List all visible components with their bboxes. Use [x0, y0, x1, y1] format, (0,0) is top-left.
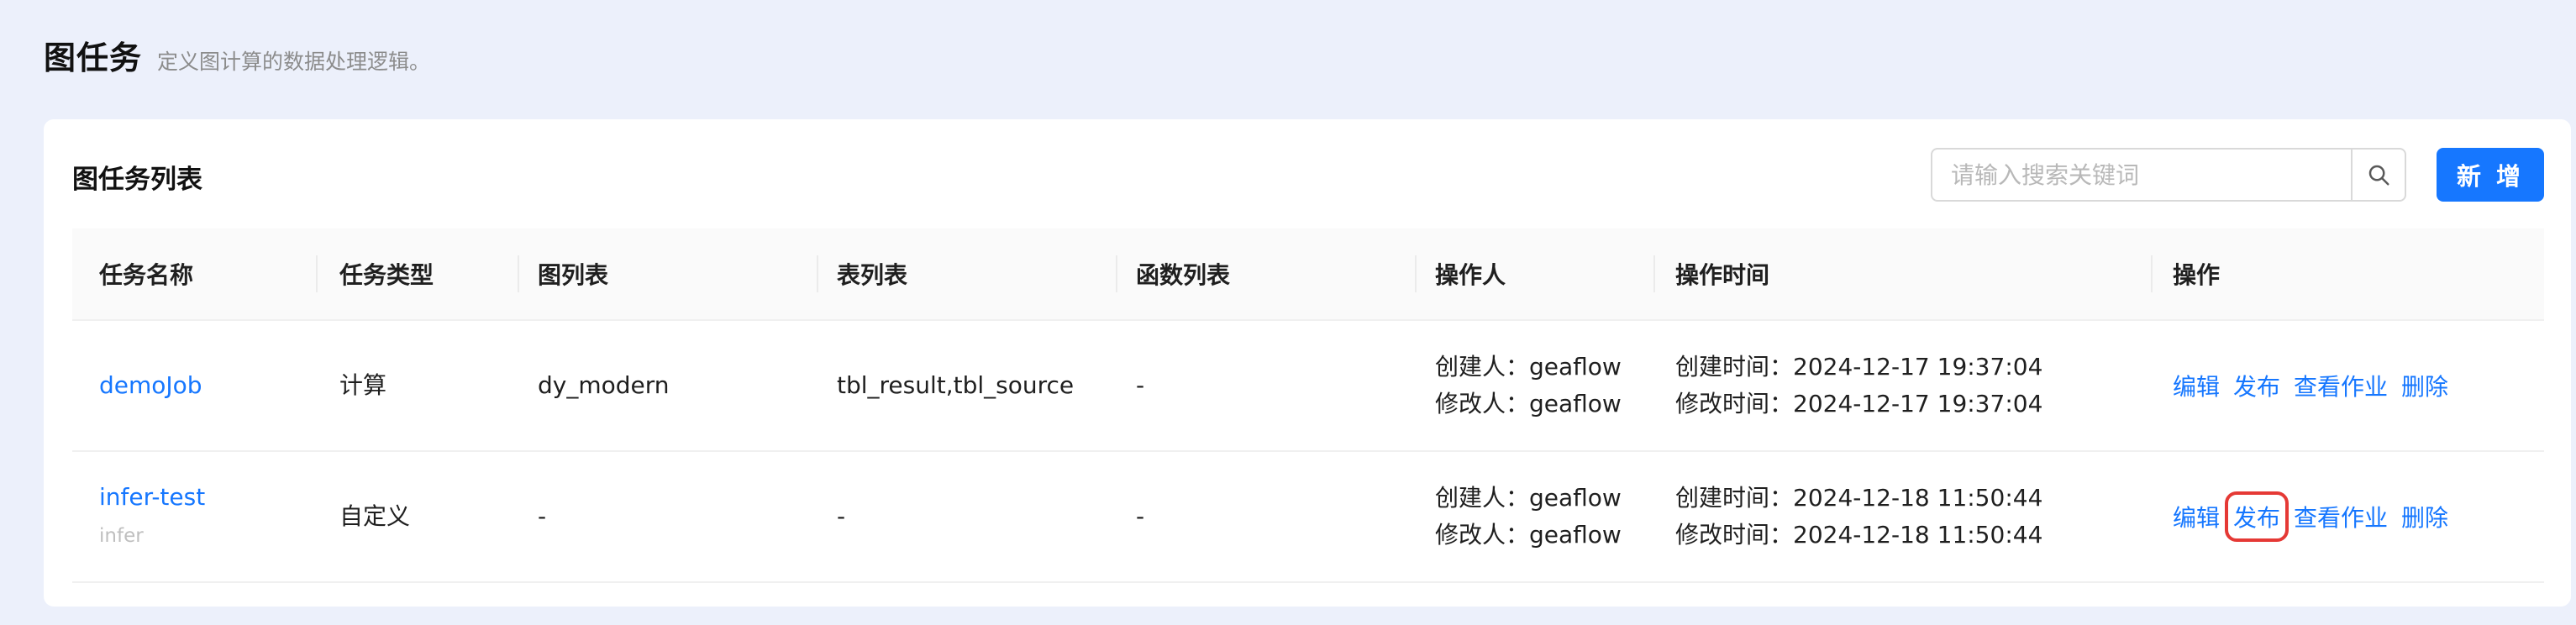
operate-time-cell: 创建时间：2024-12-18 11:50:44 修改时间：2024-12-18…	[1675, 452, 2042, 581]
actions-cell: 编辑 发布 查看作业 删除	[2173, 321, 2462, 450]
search-button[interactable]	[2351, 150, 2405, 200]
creator: 创建人：geaflow	[1435, 484, 1622, 512]
task-subtitle: infer	[99, 525, 144, 547]
header-separator	[316, 255, 318, 292]
task-name-link[interactable]: infer-test	[99, 479, 205, 516]
tables-cell: -	[837, 452, 845, 581]
graph-list: -	[538, 502, 547, 530]
search-icon	[2368, 165, 2389, 186]
task-type: 计算	[339, 371, 387, 399]
delete-link[interactable]: 删除	[2401, 369, 2448, 402]
header-actions: 操作	[2173, 261, 2221, 289]
function-list: -	[1136, 371, 1145, 399]
modifier: 修改人：geaflow	[1435, 521, 1622, 549]
tables-cell: tbl_result,tbl_source	[837, 321, 1074, 450]
header-operate-time: 操作时间	[1675, 261, 1770, 289]
header-separator	[1116, 255, 1117, 292]
functions-cell: -	[1136, 321, 1144, 450]
graph-list: dy_modern	[538, 371, 670, 399]
function-list: -	[1136, 502, 1145, 530]
created-time: 创建时间：2024-12-17 19:37:04	[1675, 353, 2043, 381]
header-separator	[1415, 255, 1417, 292]
header-task-type: 任务类型	[339, 261, 434, 289]
table-row: demoJob 计算 dy_modern tbl_result,tbl_sour…	[72, 321, 2544, 452]
page-title: 图任务	[44, 39, 143, 76]
creator: 创建人：geaflow	[1435, 353, 1622, 381]
header-functions: 函数列表	[1136, 261, 1231, 289]
task-type: 自定义	[339, 502, 411, 530]
functions-cell: -	[1136, 452, 1144, 581]
modified-time: 修改时间：2024-12-17 19:37:04	[1675, 390, 2043, 418]
operate-time-cell: 创建时间：2024-12-17 19:37:04 修改时间：2024-12-17…	[1675, 321, 2042, 450]
header-tables: 表列表	[837, 261, 908, 289]
table-header: 任务名称 任务类型 图列表 表列表 函数列表 操作人 操作时间 操作	[72, 228, 2544, 321]
task-name-cell: demoJob	[99, 321, 202, 450]
page-header: 图任务 定义图计算的数据处理逻辑。	[44, 32, 430, 78]
edit-link[interactable]: 编辑	[2173, 369, 2220, 402]
operator-cell: 创建人：geaflow 修改人：geaflow	[1435, 321, 1622, 450]
header-separator	[817, 255, 818, 292]
created-time: 创建时间：2024-12-18 11:50:44	[1675, 484, 2043, 512]
header-separator	[1653, 255, 1655, 292]
header-separator	[2151, 255, 2153, 292]
search-box	[1931, 148, 2406, 202]
table-list: tbl_result,tbl_source	[837, 371, 1075, 399]
actions-cell: 编辑 发布 查看作业 删除	[2173, 452, 2462, 581]
task-type-cell: 计算	[339, 321, 386, 450]
table-row: infer-test infer 自定义 - - - 创建人：geaflow 修…	[72, 452, 2544, 583]
task-table: 任务名称 任务类型 图列表 表列表 函数列表 操作人 操作时间 操作 demoJ…	[72, 228, 2544, 583]
header-operator: 操作人	[1435, 261, 1506, 289]
modifier: 修改人：geaflow	[1435, 390, 1622, 418]
publish-link[interactable]: 发布	[2233, 369, 2280, 402]
task-name-cell: infer-test infer	[99, 452, 205, 581]
add-button[interactable]: 新 增	[2437, 148, 2544, 202]
publish-link[interactable]: 发布	[2225, 491, 2289, 542]
view-jobs-link[interactable]: 查看作业	[2294, 500, 2388, 533]
header-separator	[518, 255, 519, 292]
task-type-cell: 自定义	[339, 452, 410, 581]
header-graphs: 图列表	[538, 261, 609, 289]
page-description: 定义图计算的数据处理逻辑。	[157, 50, 431, 74]
modified-time: 修改时间：2024-12-18 11:50:44	[1675, 521, 2043, 549]
edit-link[interactable]: 编辑	[2173, 500, 2220, 533]
delete-link[interactable]: 删除	[2401, 500, 2448, 533]
task-list-card: 图任务列表 新 增 任务名称 任务类型 图列表 表列表 函数列表 操作人 操作时…	[44, 119, 2571, 607]
card-title: 图任务列表	[72, 165, 202, 195]
graphs-cell: -	[538, 452, 546, 581]
header-task-name: 任务名称	[99, 261, 194, 289]
task-name-link[interactable]: demoJob	[99, 367, 202, 404]
operator-cell: 创建人：geaflow 修改人：geaflow	[1435, 452, 1622, 581]
graphs-cell: dy_modern	[538, 321, 670, 450]
table-list: -	[837, 502, 846, 530]
search-input[interactable]	[1932, 150, 2351, 200]
view-jobs-link[interactable]: 查看作业	[2294, 369, 2388, 402]
